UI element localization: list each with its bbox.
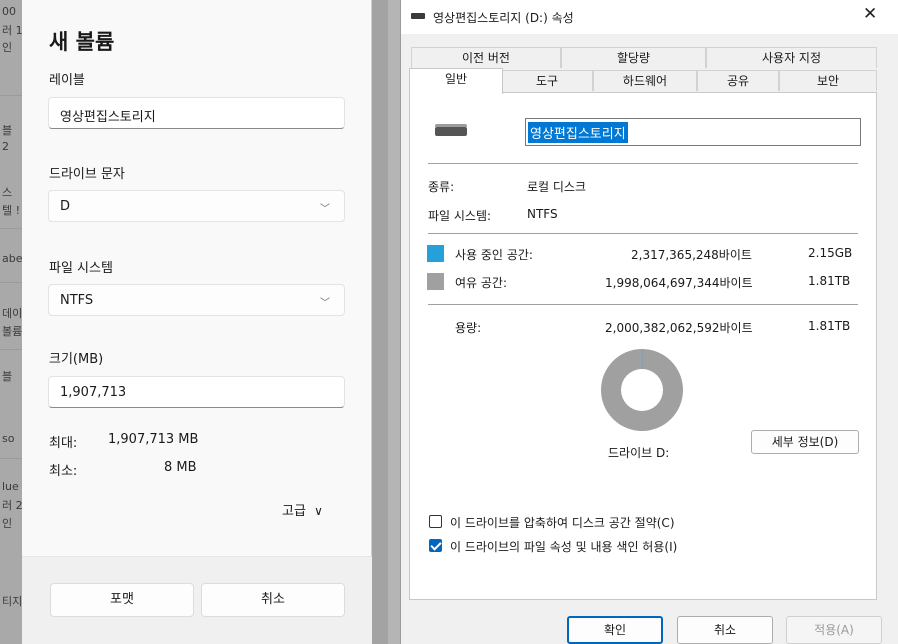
max-size-caption: 최대:: [49, 436, 78, 451]
filesystem-caption: 파일 시스템: [49, 261, 113, 276]
bg-text: 데이: [2, 307, 23, 320]
compress-label[interactable]: 이 드라이브를 압축하여 디스크 공간 절약(C): [450, 514, 675, 531]
divider: [428, 304, 858, 305]
details-button[interactable]: 세부 정보(D): [751, 430, 859, 454]
bg-text: 텔 !: [2, 204, 21, 217]
tab-sharing[interactable]: 공유: [697, 70, 779, 91]
chevron-down-icon: ﹀: [320, 298, 330, 309]
drive-letter-caption: 드라이브 문자: [49, 167, 125, 182]
tab-hardware[interactable]: 하드웨어: [593, 70, 697, 91]
bg-text: 러 1: [2, 24, 23, 37]
title-bar: 영상편집스토리지 (D:) 속성 ✕: [401, 0, 898, 34]
free-space-bytes: 1,998,064,697,344바이트: [605, 276, 753, 290]
apply-button[interactable]: 적용(A): [786, 616, 882, 644]
tab-general[interactable]: 일반: [409, 68, 503, 94]
bg-text: 2: [2, 140, 9, 153]
backdrop-shade: [388, 0, 400, 644]
volume-name-text: 영상편집스토리지: [528, 122, 628, 143]
capacity-short: 1.81TB: [808, 319, 851, 333]
type-value: 로컬 디스크: [527, 180, 587, 194]
background-window: 00 러 1 인 블 2 스 텔 ! abe 데이 볼륨 블 so lue 러 …: [0, 0, 24, 644]
min-size-value: 8 MB: [164, 460, 197, 475]
properties-dialog: 영상편집스토리지 (D:) 속성 ✕ 이전 버전 할당량 사용자 지정 일반 도…: [400, 0, 898, 644]
type-caption: 종류:: [428, 180, 455, 194]
tab-quota[interactable]: 할당량: [561, 47, 706, 68]
volume-label-input[interactable]: 영상편집스토리지: [48, 97, 345, 129]
bg-text: 인: [2, 517, 13, 530]
label-caption: 레이블: [49, 73, 85, 88]
chevron-down-icon: ∨: [314, 504, 323, 518]
used-space-caption: 사용 중인 공간:: [455, 248, 533, 262]
size-caption: 크기(MB): [49, 352, 104, 367]
bg-text: abe: [2, 252, 23, 265]
cancel-button[interactable]: 취소: [677, 616, 773, 644]
desktop: 00 러 1 인 블 2 스 텔 ! abe 데이 볼륨 블 so lue 러 …: [0, 0, 898, 644]
drive-letter-dropdown[interactable]: D ﹀: [48, 190, 345, 222]
drive-window-icon: [411, 13, 425, 19]
hard-drive-icon: [435, 124, 467, 136]
divider: [428, 233, 858, 234]
bg-text: 볼륨: [2, 325, 23, 338]
bg-text: 인: [2, 41, 13, 54]
drive-caption: 드라이브 D:: [608, 446, 670, 460]
drive-letter-value: D: [60, 199, 71, 214]
bg-text: lue: [2, 480, 19, 493]
used-space-short: 2.15GB: [808, 246, 853, 260]
filesystem-value: NTFS: [527, 207, 558, 221]
chevron-down-icon: ﹀: [320, 204, 330, 215]
divider: [428, 163, 858, 164]
general-tab-panel: 영상편집스토리지 종류: 로컬 디스크 파일 시스템: NTFS 사용 중인 공…: [409, 92, 877, 600]
free-space-swatch: [427, 273, 444, 290]
used-space-bytes: 2,317,365,248바이트: [631, 248, 752, 262]
dialog-title: 새 볼륨: [49, 30, 115, 54]
bg-text: 러 2: [2, 499, 23, 512]
donut-hole: [621, 369, 663, 411]
advanced-toggle[interactable]: 고급 ∨: [282, 500, 323, 519]
tab-tools[interactable]: 도구: [501, 70, 593, 91]
tab-customize[interactable]: 사용자 지정: [706, 47, 877, 68]
free-space-caption: 여유 공간:: [455, 276, 508, 290]
ok-button[interactable]: 확인: [567, 616, 663, 644]
advanced-label: 고급: [282, 504, 306, 519]
capacity-bytes: 2,000,382,062,592바이트: [605, 321, 753, 335]
tab-previous-versions[interactable]: 이전 버전: [411, 47, 561, 68]
used-space-swatch: [427, 245, 444, 262]
bg-text: 스: [2, 186, 13, 199]
filesystem-dropdown[interactable]: NTFS ﹀: [48, 284, 345, 316]
index-checkbox[interactable]: [429, 539, 442, 552]
disk-usage-donut: [601, 349, 683, 431]
filesystem-value: NTFS: [60, 293, 94, 308]
min-size-caption: 최소:: [49, 464, 78, 479]
bg-text: so: [2, 432, 15, 445]
close-icon[interactable]: ✕: [863, 4, 877, 24]
free-space-short: 1.81TB: [808, 274, 851, 288]
size-input[interactable]: 1,907,713: [48, 376, 345, 408]
max-size-value: 1,907,713 MB: [108, 432, 199, 447]
index-label[interactable]: 이 드라이브의 파일 속성 및 내용 색인 허용(I): [450, 538, 677, 555]
bg-text: 블: [2, 124, 13, 137]
compress-checkbox[interactable]: [429, 515, 442, 528]
bg-text: 티지: [2, 595, 23, 608]
filesystem-caption: 파일 시스템:: [428, 209, 492, 223]
cancel-button[interactable]: 취소: [201, 583, 345, 617]
window-title: 영상편집스토리지 (D:) 속성: [433, 11, 574, 25]
format-button[interactable]: 포맷: [50, 583, 194, 617]
capacity-caption: 용량:: [455, 321, 482, 335]
bg-text: 00: [2, 5, 16, 18]
volume-name-input[interactable]: 영상편집스토리지: [525, 118, 861, 146]
tab-security[interactable]: 보안: [779, 70, 877, 91]
new-volume-dialog: 새 볼륨 레이블 영상편집스토리지 드라이브 문자 D ﹀ 파일 시스템 NTF…: [22, 0, 372, 644]
bg-text: 블: [2, 370, 13, 383]
